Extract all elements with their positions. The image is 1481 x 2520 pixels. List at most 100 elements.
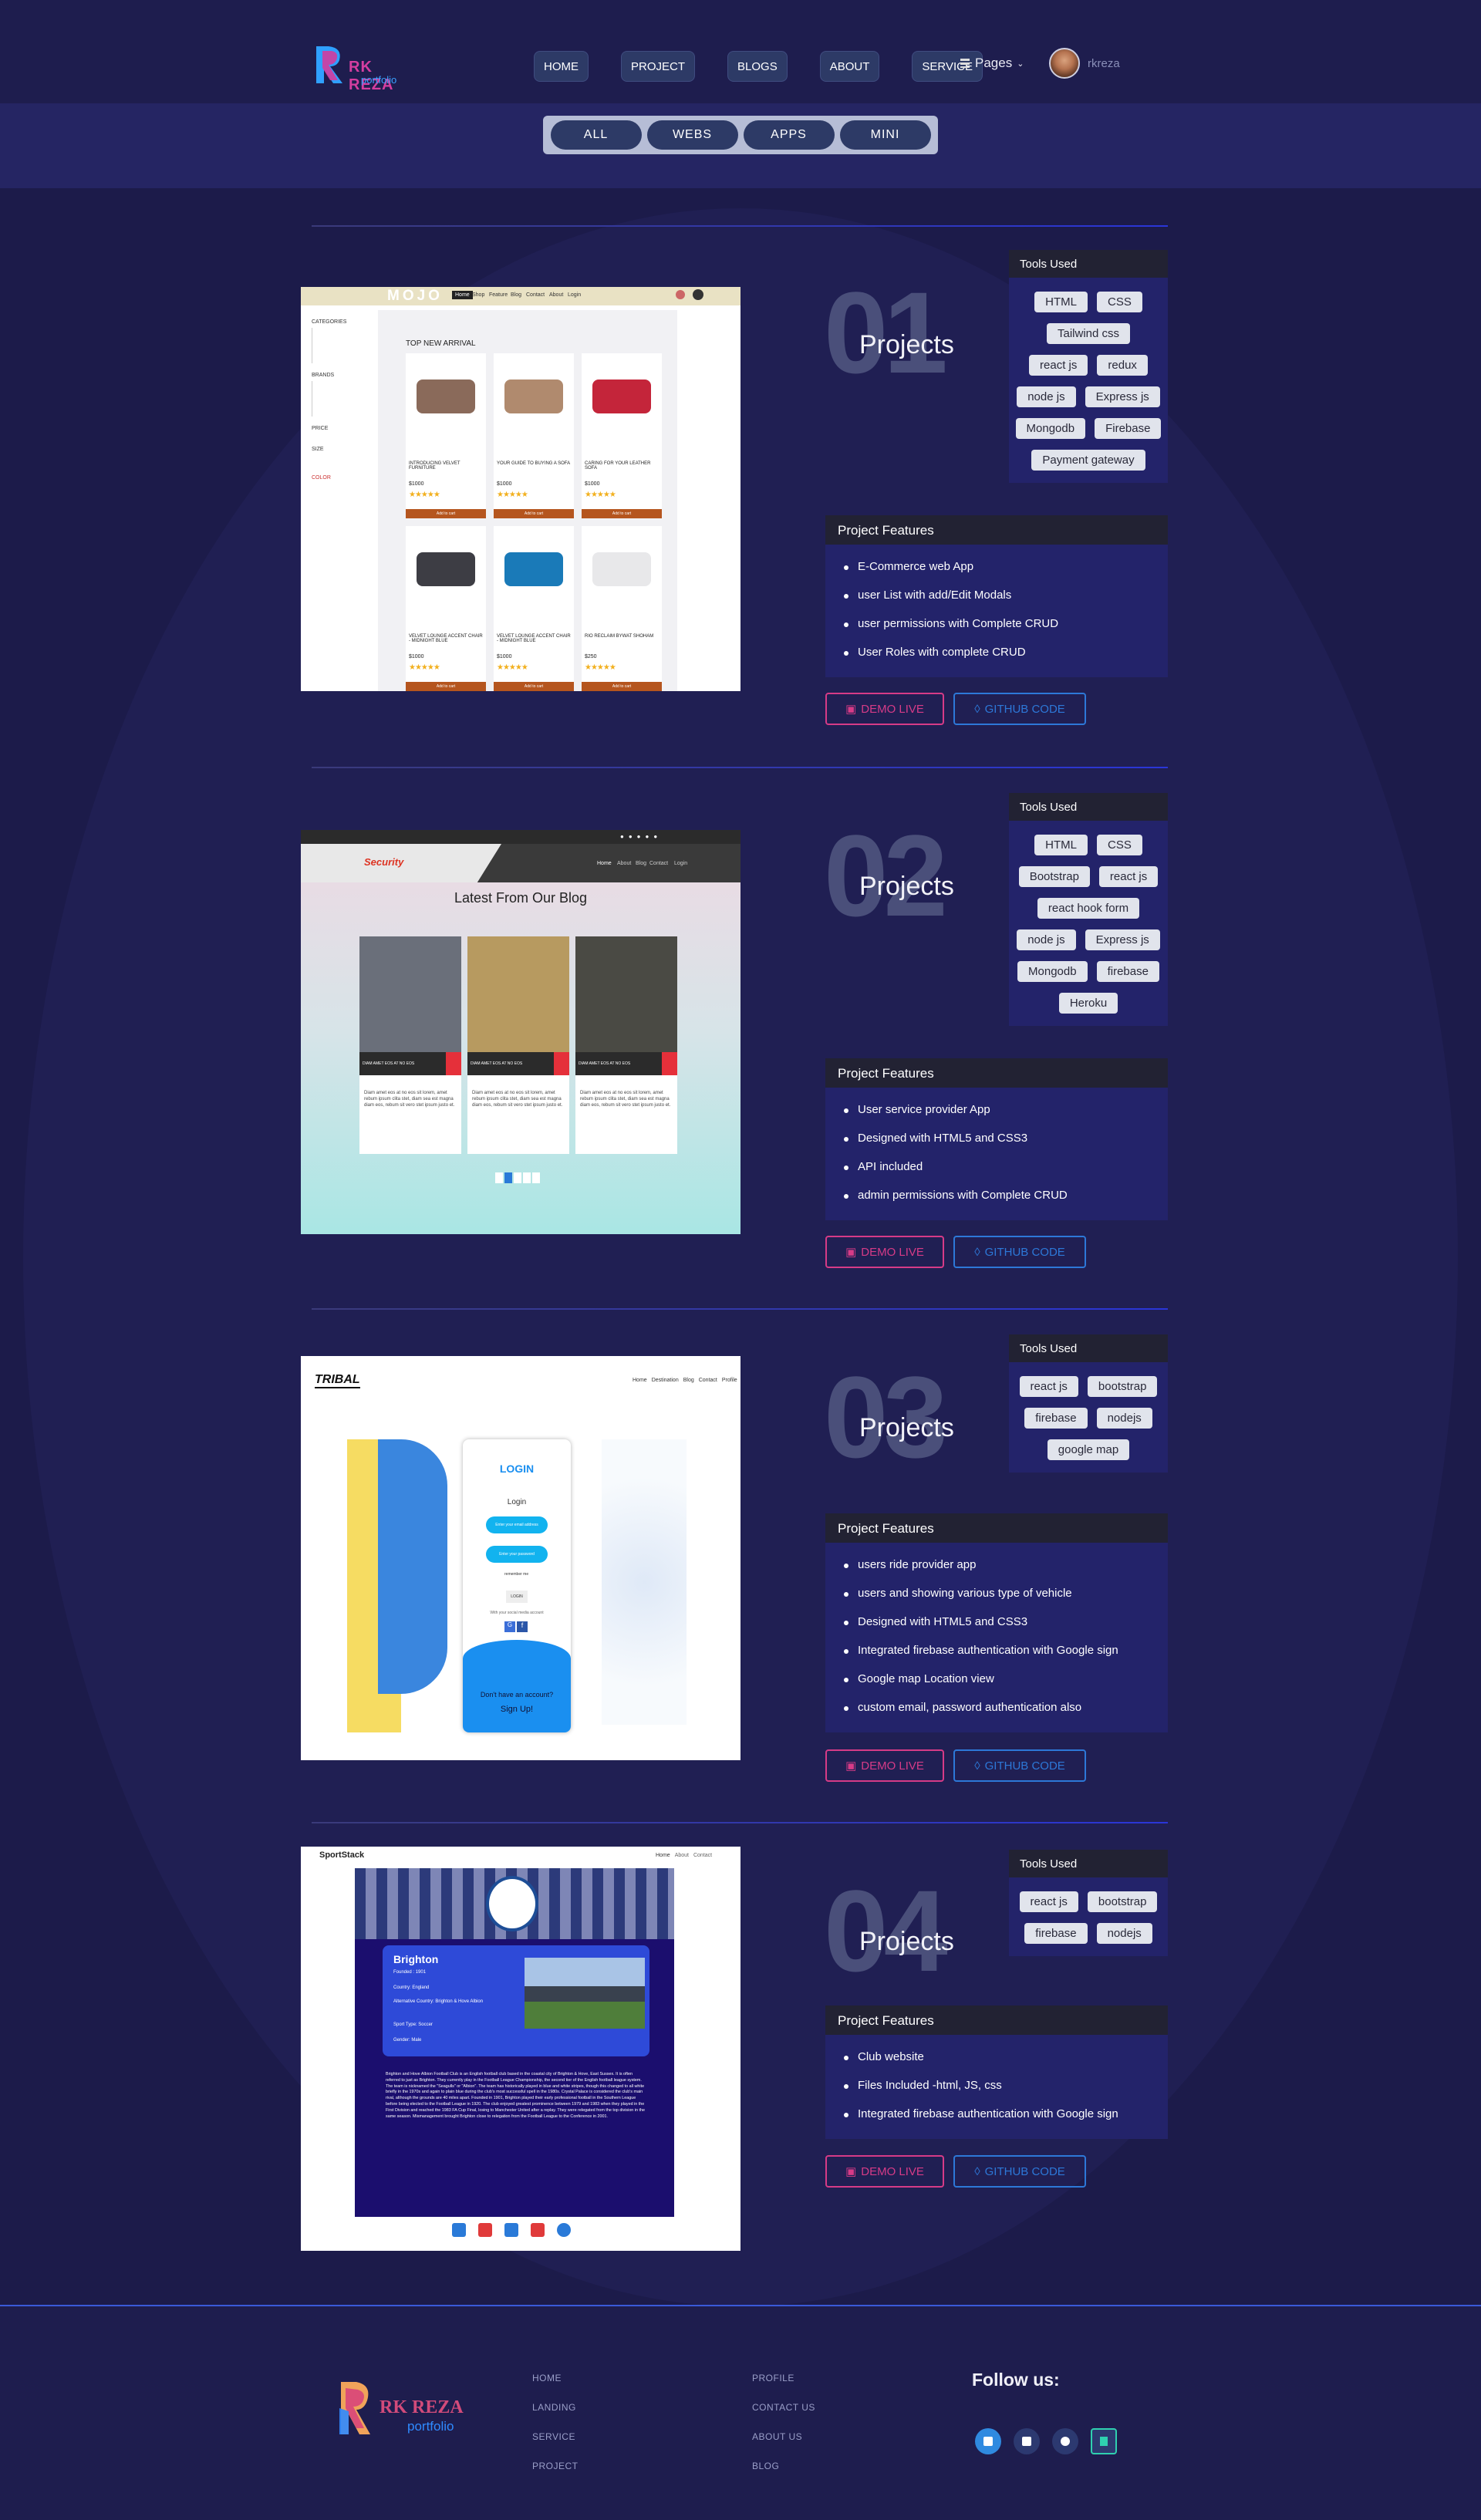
- shot-nav-home: Home: [452, 291, 473, 299]
- site-logo[interactable]: RK REZA portfolio: [312, 43, 420, 93]
- share-icon[interactable]: [554, 1052, 569, 1075]
- no-account-text: Don't have an account?: [480, 1691, 554, 1699]
- github-code-button[interactable]: ◊ GITHUB CODE: [953, 1236, 1086, 1268]
- avatar: [1049, 48, 1080, 79]
- tools-list: react js bootstrap firebase nodejs: [1009, 1877, 1168, 1956]
- password-field[interactable]: Enter your password: [486, 1546, 548, 1563]
- club-gender: Gender: Male: [393, 2038, 422, 2043]
- facebook-login-icon[interactable]: f: [517, 1621, 528, 1632]
- footer-link-service[interactable]: SERVICE: [532, 2431, 579, 2442]
- feature-item: custom email, password authentication al…: [844, 1693, 1149, 1722]
- github-icon[interactable]: [1052, 2428, 1078, 2454]
- rating-stars-icon: ★★★★★: [409, 491, 440, 499]
- github-icon: ◊: [974, 1759, 980, 1773]
- add-to-cart-button[interactable]: Add to cart: [582, 509, 662, 518]
- product-image: [504, 552, 563, 586]
- shot-sidebar: CATEGORIES BRANDS PRICE SIZE COLOR: [312, 319, 378, 682]
- github-label: GITHUB CODE: [984, 702, 1065, 716]
- product-image: [504, 380, 563, 413]
- shot-nav-about: About: [549, 292, 564, 298]
- tool-chip: Mongodb: [1015, 418, 1086, 439]
- shot-nav-feature: Feature: [489, 292, 508, 298]
- footer-link-blog[interactable]: BLOG: [752, 2461, 815, 2471]
- pages-dropdown[interactable]: Pages ⌄: [960, 56, 1024, 71]
- demo-live-button[interactable]: ▣ DEMO LIVE: [825, 693, 944, 725]
- page-1: [504, 1172, 512, 1183]
- instagram-icon[interactable]: [531, 2223, 545, 2237]
- email-field[interactable]: Enter your email address: [486, 1516, 548, 1533]
- footer-link-project[interactable]: PROJECT: [532, 2461, 579, 2471]
- footer-link-landing[interactable]: LANDING: [532, 2402, 579, 2413]
- filter-apps[interactable]: APPS: [743, 120, 835, 150]
- shot-nav-contact: Contact: [526, 292, 545, 298]
- demo-live-button[interactable]: ▣ DEMO LIVE: [825, 2155, 944, 2188]
- add-to-cart-button[interactable]: Add to cart: [494, 682, 574, 691]
- tool-chip: nodejs: [1096, 1408, 1152, 1429]
- follow-heading: Follow us:: [972, 2370, 1060, 2390]
- project-screenshot-2[interactable]: ●●●●● Security Home About Blog Contact L…: [301, 830, 740, 1234]
- logo-mark-icon: [316, 46, 342, 83]
- filter-all[interactable]: ALL: [550, 120, 642, 150]
- remember-checkbox[interactable]: remember me: [504, 1572, 528, 1577]
- tools-heading: Tools Used: [1009, 1850, 1168, 1877]
- product-grid: INTRODUCING VELVET FURNITURE $1000 ★★★★★ Ad…: [406, 353, 662, 691]
- add-to-cart-button[interactable]: Add to cart: [494, 509, 574, 518]
- signup-link[interactable]: Sign Up!: [463, 1705, 571, 1714]
- site-header: RK REZA portfolio HOME PROJECT BLOGS ABO…: [0, 0, 1481, 103]
- footer-logo[interactable]: RK REZA portfolio: [336, 2377, 491, 2439]
- share-icon[interactable]: [446, 1052, 461, 1075]
- add-to-cart-button[interactable]: Add to cart: [582, 682, 662, 691]
- demo-label: DEMO LIVE: [861, 1759, 924, 1773]
- demo-live-button[interactable]: ▣ DEMO LIVE: [825, 1749, 944, 1782]
- share-icon[interactable]: [662, 1052, 677, 1075]
- project-screenshot-1[interactable]: MOJO Home Shop Feature Blog Contact Abou…: [301, 287, 740, 691]
- page-3: [523, 1172, 531, 1183]
- facebook-icon[interactable]: [1014, 2428, 1040, 2454]
- project-screenshot-3[interactable]: TRIBAL Home Destination Blog Contact Pro…: [301, 1356, 740, 1760]
- twitter-icon[interactable]: [478, 2223, 492, 2237]
- tool-chip: HTML: [1034, 835, 1088, 855]
- social-login-text: With your social media account: [490, 1611, 544, 1615]
- website-icon[interactable]: [557, 2223, 571, 2237]
- add-to-cart-button[interactable]: Add to cart: [406, 682, 486, 691]
- user-menu[interactable]: rkreza: [1049, 48, 1120, 79]
- blog-image: [467, 936, 569, 1052]
- features-panel: Project Features E-Commerce web App user…: [825, 515, 1168, 677]
- blog-image: [575, 936, 677, 1052]
- github-code-button[interactable]: ◊ GITHUB CODE: [953, 1749, 1086, 1782]
- footer-link-contact[interactable]: CONTACT US: [752, 2402, 815, 2413]
- nav-about[interactable]: ABOUT: [819, 51, 880, 82]
- feature-item: Integrated firebase authentication with …: [844, 1636, 1149, 1665]
- tools-panel: Tools Used HTML CSS Bootstrap react js r…: [1009, 793, 1168, 1026]
- social-links: [975, 2428, 1117, 2454]
- sidebar-list: [312, 381, 378, 417]
- login-button[interactable]: LOGIN: [506, 1591, 528, 1603]
- tool-chip: react hook form: [1037, 898, 1140, 919]
- project-screenshot-4[interactable]: SportStack Home About Contact Brighton F…: [301, 1847, 740, 2251]
- cart-icon: [676, 290, 685, 299]
- google-login-icon[interactable]: G: [504, 1621, 515, 1632]
- facebook-icon[interactable]: [504, 2223, 518, 2237]
- github-code-button[interactable]: ◊ GITHUB CODE: [953, 693, 1086, 725]
- resume-icon[interactable]: [1091, 2428, 1117, 2454]
- feature-item: Integrated firebase authentication with …: [844, 2100, 1149, 2128]
- sidebar-price: PRICE: [312, 426, 329, 431]
- shot-nav: Home About Contact: [656, 1853, 712, 1858]
- github-code-button[interactable]: ◊ GITHUB CODE: [953, 2155, 1086, 2188]
- demo-live-button[interactable]: ▣ DEMO LIVE: [825, 1236, 944, 1268]
- youtube-icon[interactable]: [452, 2223, 466, 2237]
- linkedin-icon[interactable]: [975, 2428, 1001, 2454]
- social-icons: ●●●●●: [620, 833, 663, 840]
- filter-webs[interactable]: WEBS: [646, 120, 738, 150]
- blog-cards: DIAM AMET EOS AT NO EOS Diam amet eos at …: [359, 936, 677, 1154]
- tool-chip: redux: [1097, 355, 1148, 376]
- filter-mini[interactable]: MINI: [839, 120, 931, 150]
- nav-blogs[interactable]: BLOGS: [727, 51, 788, 82]
- nav-project[interactable]: PROJECT: [621, 51, 696, 82]
- nav-home[interactable]: HOME: [534, 51, 589, 82]
- footer-link-home[interactable]: HOME: [532, 2373, 579, 2383]
- footer-link-about[interactable]: ABOUT US: [752, 2431, 815, 2442]
- add-to-cart-button[interactable]: Add to cart: [406, 509, 486, 518]
- footer-link-profile[interactable]: PROFILE: [752, 2373, 815, 2383]
- demo-icon: ▣: [845, 1759, 857, 1773]
